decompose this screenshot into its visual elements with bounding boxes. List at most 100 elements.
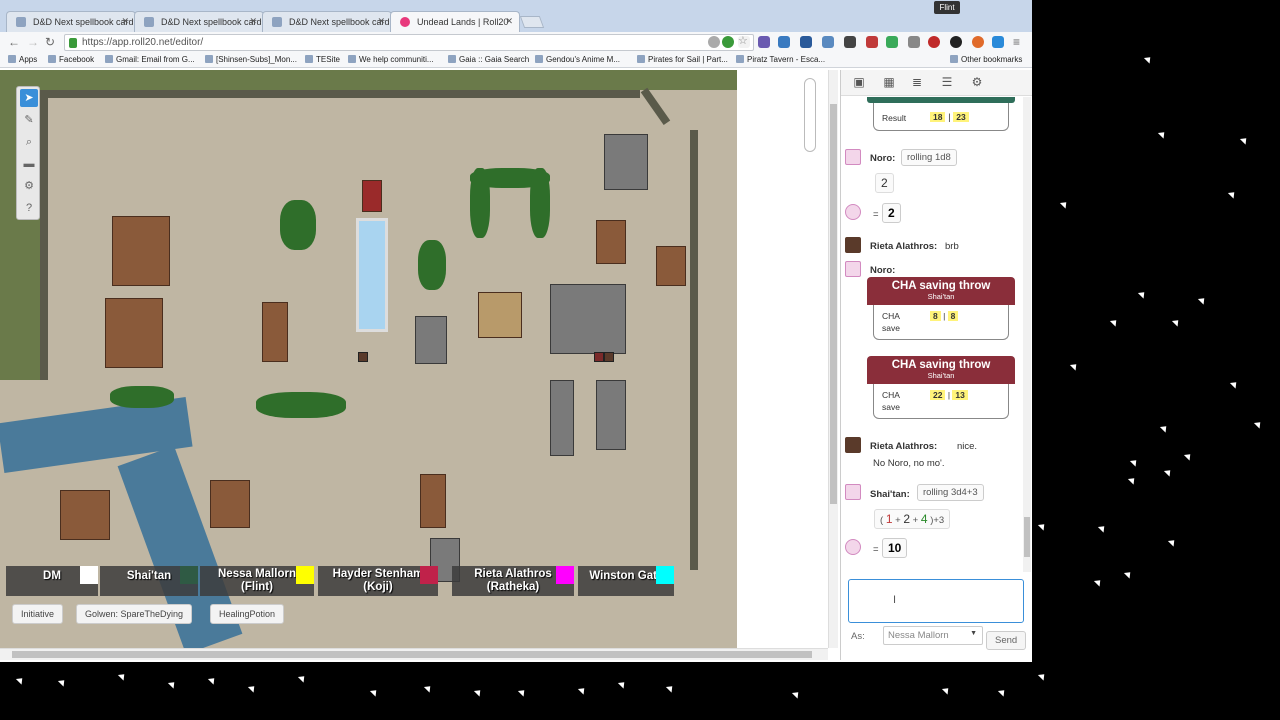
bookmark-facebook[interactable]: Facebook xyxy=(48,55,94,64)
chat-message: Noro: rolling 1d8 2 = 2 xyxy=(841,145,1023,229)
tab-roll20[interactable]: Undead Lands | Roll20 ✕ xyxy=(390,11,520,32)
art-tab-icon[interactable]: ▦ xyxy=(881,74,897,90)
draw-tool-icon[interactable]: ✎ xyxy=(20,111,38,129)
extension-icon[interactable] xyxy=(822,36,834,48)
chat-scrollbar[interactable] xyxy=(1023,97,1031,572)
forward-icon[interactable]: → xyxy=(27,35,39,49)
avatar xyxy=(845,539,861,555)
extension-icon[interactable] xyxy=(886,36,898,48)
bookmark-pirates[interactable]: Pirates for Sail | Part... xyxy=(637,55,728,64)
star-icon[interactable]: ☆ xyxy=(738,36,750,48)
map-pool xyxy=(356,218,388,332)
zoom-icon[interactable] xyxy=(708,36,720,48)
cursor-artifact xyxy=(791,689,802,699)
close-icon[interactable]: ✕ xyxy=(505,16,513,27)
vertical-scrollbar[interactable] xyxy=(828,70,838,648)
player-dm[interactable]: DM xyxy=(6,566,98,596)
text-cursor-icon: I xyxy=(893,594,897,606)
cursor-artifact xyxy=(15,675,26,685)
map-building xyxy=(362,180,382,212)
cursor-artifact xyxy=(297,673,308,683)
map-wall xyxy=(40,90,48,380)
jukebox-tab-icon[interactable]: ☰ xyxy=(939,74,955,90)
player-color-swatch xyxy=(180,566,198,584)
avatar xyxy=(845,437,861,453)
extension-icon[interactable] xyxy=(972,36,984,48)
cursor-artifact xyxy=(57,677,68,687)
back-icon[interactable]: ← xyxy=(8,35,20,49)
bookmark-shinsen[interactable]: [Shinsen-Subs]_Mon... xyxy=(205,55,297,64)
download-icon[interactable] xyxy=(992,36,1004,48)
avatar xyxy=(845,484,861,500)
player-rieta[interactable]: Rieta Alathros (Ratheka) xyxy=(452,566,574,596)
chat-message: Rieta Alathros: brb xyxy=(841,235,1023,259)
roll20-icon xyxy=(400,17,410,27)
new-tab-button[interactable] xyxy=(519,16,545,28)
horizontal-scrollbar[interactable] xyxy=(0,648,828,660)
ruler-tool-icon[interactable]: ▬ xyxy=(20,155,38,173)
address-bar[interactable]: https://app.roll20.net/editor/ xyxy=(64,34,754,51)
speaking-as-select[interactable]: Nessa Mallorn ▼ xyxy=(883,626,983,645)
bookmark-gendou[interactable]: Gendou's Anime M... xyxy=(535,55,620,64)
close-icon[interactable]: ✕ xyxy=(377,16,385,27)
scroll-thumb[interactable] xyxy=(1024,517,1030,557)
map-canvas[interactable] xyxy=(0,70,737,648)
bookmark-apps[interactable]: Apps xyxy=(8,55,37,64)
bookmark-we-help[interactable]: We help communiti... xyxy=(348,55,434,64)
dice-result: ( 1 + 2 + 4 )+3 xyxy=(874,509,951,529)
tab-spellbook-1[interactable]: D&D Next spellbook card ✕ xyxy=(6,11,136,32)
dice-tool-icon[interactable]: ⚙ xyxy=(20,177,38,195)
bookmark-gmail[interactable]: Gmail: Email from G... xyxy=(105,55,195,64)
tab-spellbook-3[interactable]: D&D Next spellbook card ✕ xyxy=(262,11,392,32)
bookmark-gaia[interactable]: Gaia :: Gaia Search xyxy=(448,55,529,64)
avatar xyxy=(845,204,861,220)
macro-spare-the-dying[interactable]: Golwen: SpareTheDying xyxy=(76,604,193,624)
cursor-artifact xyxy=(617,679,628,689)
player-shaitan[interactable]: Shai'tan xyxy=(100,566,198,596)
macro-healing-potion[interactable]: HealingPotion xyxy=(210,604,285,624)
close-icon[interactable]: ✕ xyxy=(121,16,129,27)
chat-message: Result 18 | 23 xyxy=(841,97,1023,139)
select-tool-icon[interactable]: ➤ xyxy=(20,89,38,107)
map-token[interactable] xyxy=(604,352,614,362)
extension-icon[interactable] xyxy=(758,36,770,48)
macro-initiative[interactable]: Initiative xyxy=(12,604,64,624)
extension-icon[interactable] xyxy=(800,36,812,48)
player-nessa[interactable]: Nessa Mallorn (Flint) xyxy=(200,566,314,596)
help-icon[interactable]: ? xyxy=(20,199,38,217)
player-color-swatch xyxy=(80,566,98,584)
zoom-slider[interactable] xyxy=(804,78,816,152)
reload-icon[interactable]: ↻ xyxy=(45,35,55,49)
extension-icon[interactable] xyxy=(844,36,856,48)
chat-input[interactable]: I xyxy=(848,579,1024,623)
map-trees xyxy=(280,200,316,250)
scroll-thumb[interactable] xyxy=(12,651,812,658)
profile-badge[interactable]: Flint xyxy=(934,1,960,14)
page-icon xyxy=(272,17,282,27)
scroll-thumb[interactable] xyxy=(830,104,837,504)
bookmark-other[interactable]: Other bookmarks xyxy=(950,55,1022,64)
bookmark-piratz[interactable]: Piratz Tavern - Esca... xyxy=(736,55,825,64)
refresh-extension-icon[interactable] xyxy=(722,36,734,48)
journal-tab-icon[interactable]: ≣ xyxy=(909,74,925,90)
send-button[interactable]: Send xyxy=(986,631,1027,650)
menu-icon[interactable]: ≡ xyxy=(1013,35,1020,49)
tab-spellbook-2[interactable]: D&D Next spellbook card ✕ xyxy=(134,11,264,32)
close-icon[interactable]: ✕ xyxy=(249,16,257,27)
map-token[interactable] xyxy=(358,352,368,362)
settings-tab-icon[interactable]: ⚙ xyxy=(969,74,985,90)
map-building xyxy=(604,134,648,190)
avatar xyxy=(845,149,861,165)
extension-icon[interactable] xyxy=(908,36,920,48)
extension-icon[interactable] xyxy=(950,36,962,48)
player-winston[interactable]: Winston Gatz xyxy=(578,566,674,596)
adblock-icon[interactable] xyxy=(928,36,940,48)
cursor-artifact xyxy=(473,687,484,697)
zoom-tool-icon[interactable]: ⌕ xyxy=(20,133,38,151)
bookmark-tesite[interactable]: TESite xyxy=(305,55,340,64)
player-hayder[interactable]: Hayder Stenham (Koji) xyxy=(318,566,438,596)
chat-tab-icon[interactable]: ▣ xyxy=(851,74,867,90)
extension-icon[interactable] xyxy=(866,36,878,48)
map-token[interactable] xyxy=(594,352,604,362)
extension-icon[interactable] xyxy=(778,36,790,48)
